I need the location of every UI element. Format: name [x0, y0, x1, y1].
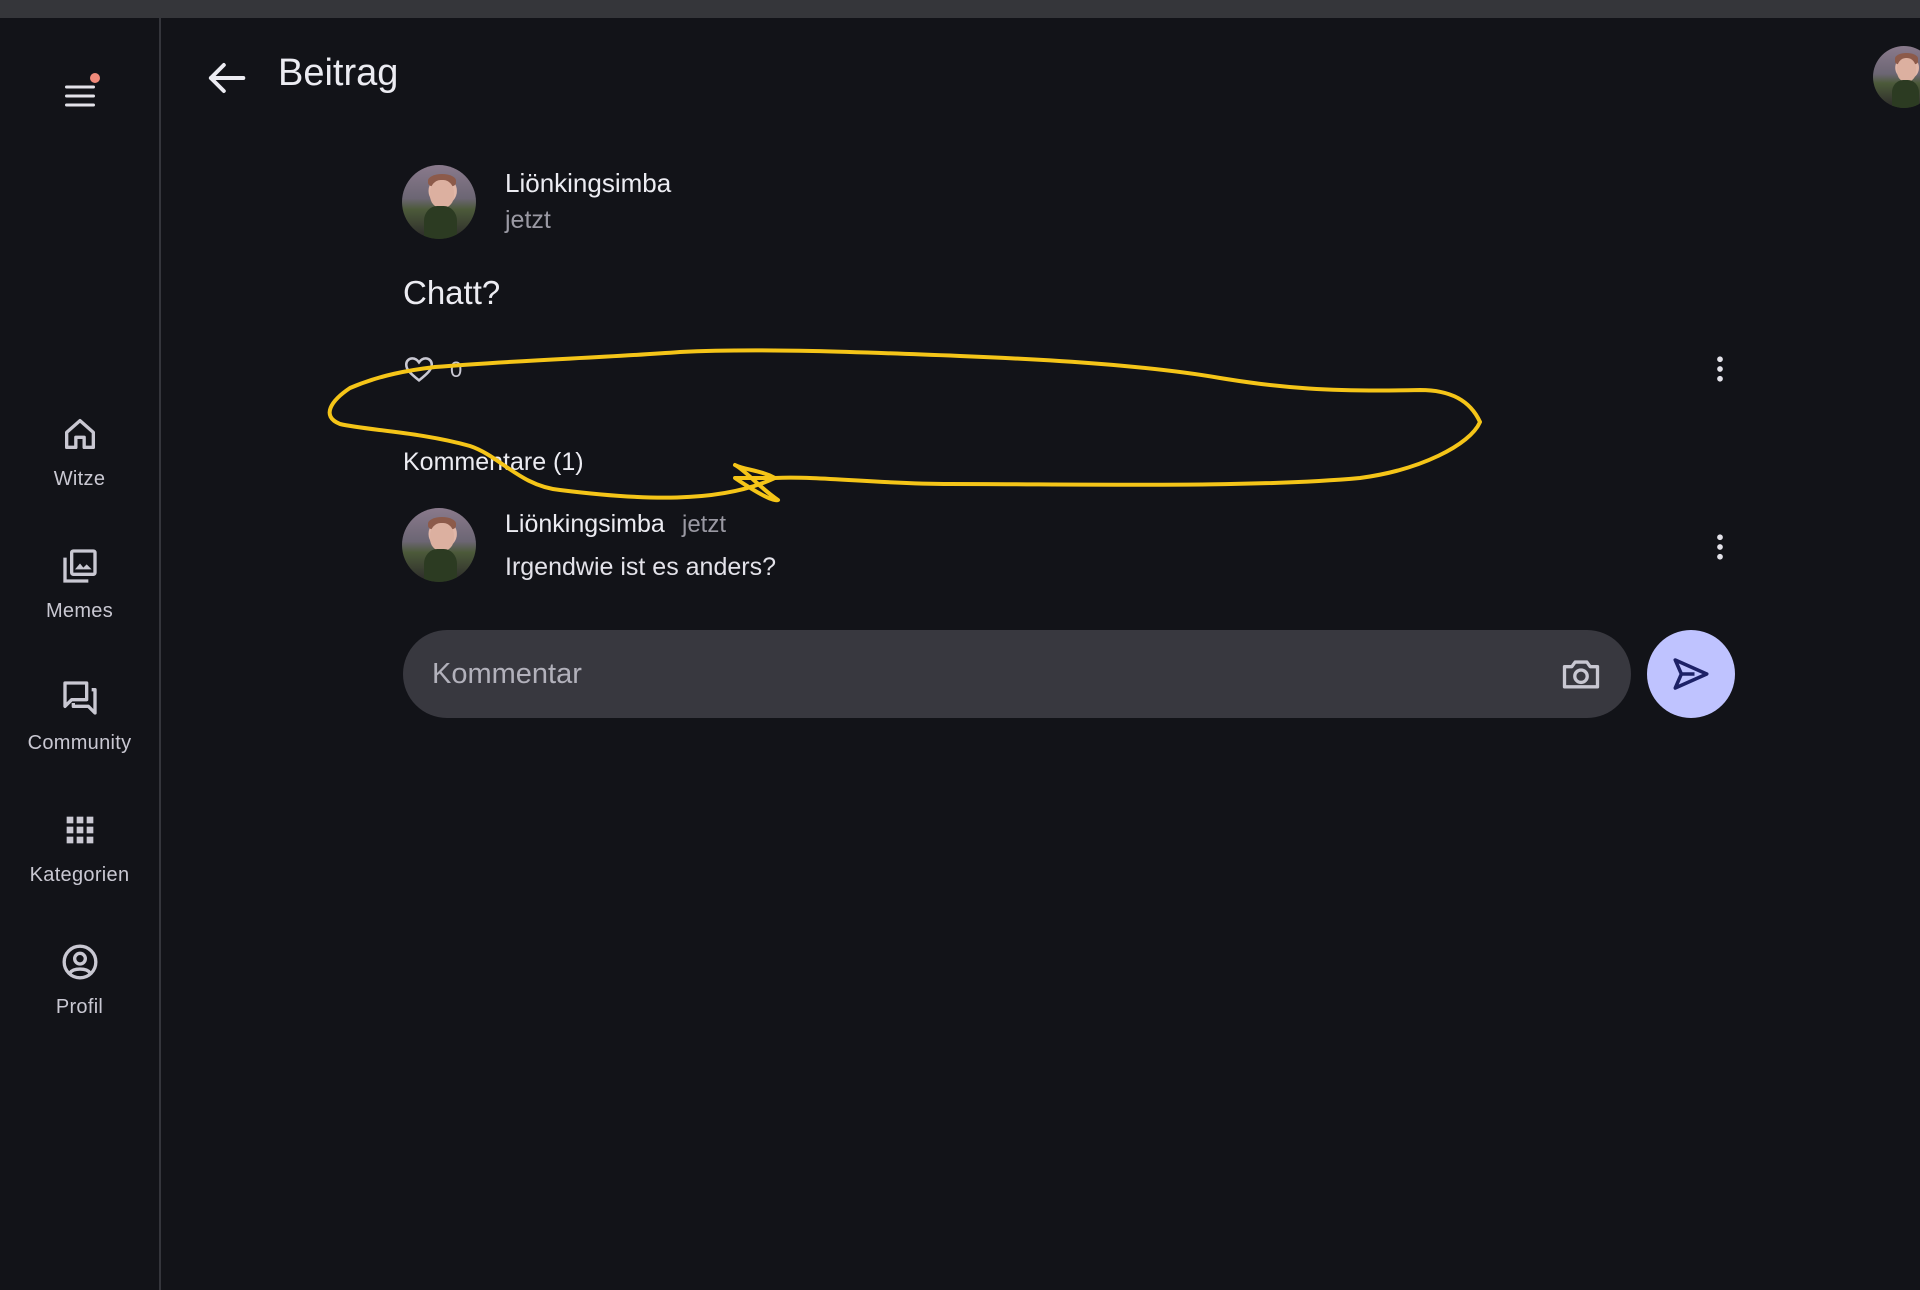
- account-circle-icon: [62, 944, 98, 980]
- nav-item-profil[interactable]: Profil: [0, 942, 159, 1052]
- comments-heading: Kommentare (1): [403, 448, 584, 476]
- post-author-name[interactable]: Liönkingsimba: [505, 168, 671, 199]
- comment-more-button[interactable]: [1702, 529, 1738, 565]
- comment-author-name[interactable]: Liönkingsimba: [505, 510, 665, 539]
- arrow-back-icon: [208, 63, 246, 93]
- post-timestamp: jetzt: [505, 206, 551, 234]
- heart-outline-icon: [404, 357, 434, 382]
- nav-label-kategorien: Kategorien: [29, 864, 130, 886]
- forum-icon: [63, 681, 97, 715]
- nav-item-kategorien[interactable]: Kategorien: [0, 810, 159, 920]
- post-author-avatar[interactable]: [402, 165, 476, 239]
- comment-author-avatar[interactable]: [402, 508, 476, 582]
- like-button[interactable]: [402, 352, 436, 386]
- nav-item-memes[interactable]: Memes: [0, 546, 159, 656]
- nav-label-witze: Witze: [53, 468, 106, 490]
- page-title: Beitrag: [278, 52, 399, 94]
- image-gallery-icon: [63, 549, 97, 583]
- nav-label-memes: Memes: [45, 600, 114, 622]
- back-button[interactable]: [200, 52, 252, 104]
- more-vert-icon: [1717, 356, 1723, 382]
- camera-icon: [1562, 660, 1600, 689]
- apps-grid-icon: [66, 816, 94, 844]
- post-more-button[interactable]: [1702, 351, 1738, 387]
- menu-button[interactable]: [50, 66, 110, 126]
- user-avatar[interactable]: [1873, 46, 1920, 108]
- comment-input[interactable]: [403, 630, 1631, 718]
- nav-label-profil: Profil: [55, 996, 104, 1018]
- home-icon: [65, 419, 96, 449]
- like-count: 0: [450, 357, 463, 382]
- camera-button[interactable]: [1559, 652, 1603, 696]
- nav-item-witze[interactable]: Witze: [0, 414, 159, 524]
- nav-label-community: Community: [27, 732, 132, 754]
- comment-text: Irgendwie ist es anders?: [505, 553, 776, 581]
- send-button[interactable]: [1647, 630, 1735, 718]
- post-text: Chatt?: [403, 274, 501, 311]
- notification-dot: [90, 73, 100, 83]
- more-vert-icon: [1717, 534, 1723, 560]
- send-icon: [1673, 658, 1709, 690]
- nav-item-community[interactable]: Community: [0, 678, 159, 788]
- hamburger-menu-icon: [65, 85, 95, 107]
- comment-timestamp: jetzt: [682, 511, 727, 538]
- window-top-strip: [0, 0, 1920, 18]
- navigation-rail: Witze Memes Community Kategorien Profil: [0, 18, 161, 1290]
